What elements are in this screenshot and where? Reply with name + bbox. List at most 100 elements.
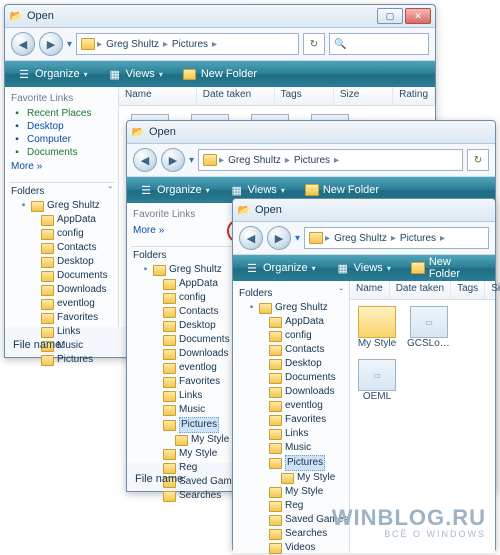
views-menu[interactable]: ▦Views▾ [224,182,291,198]
breadcrumb[interactable]: ▸ Greg Shultz ▸ Pictures ▸ [198,149,463,171]
titlebar[interactable]: 📂 Open [127,121,495,144]
nav-forward-button[interactable]: ▶ [267,226,291,250]
tree-node[interactable]: My Style [151,433,241,447]
tree-node[interactable]: Links [151,389,241,403]
folder-icon [269,443,282,454]
col-tags[interactable]: Tags [275,87,334,105]
folders-pane-header[interactable]: Folders ˇ [131,246,241,263]
breadcrumb[interactable]: ▸ Greg Shultz ▸ Pictures ▸ [304,227,489,249]
refresh-button[interactable]: ↻ [303,33,325,55]
more-link[interactable]: More» [131,223,241,238]
tree-node[interactable]: Downloads [151,347,241,361]
nav-history-drop[interactable]: ▾ [295,233,300,244]
tree-node[interactable]: config [151,291,241,305]
col-date[interactable]: Date taken [197,87,275,105]
views-menu[interactable]: ▦ Views▾ [102,66,169,82]
tree-node[interactable]: Saved Games [257,513,345,527]
help-button[interactable]: ▢ [377,8,403,24]
tree-node[interactable]: Pictures [257,455,345,471]
favorite-link[interactable]: ▪Documents [9,146,114,159]
organize-menu[interactable]: ☰ Organize▾ [11,66,94,82]
tree-node[interactable]: eventlog [29,297,114,311]
folder-icon [163,293,176,304]
breadcrumb[interactable]: ▸ Greg Shultz ▸ Pictures ▸ [76,33,299,55]
tree-node[interactable]: Documents [151,333,241,347]
tree-node[interactable]: Desktop [257,357,345,371]
tree-node[interactable]: Music [151,403,241,417]
col-name[interactable]: Name [119,87,197,105]
tree-node[interactable]: My Style [151,447,241,461]
place-icon: ▪ [11,121,23,132]
views-menu[interactable]: ▦Views▾ [330,260,397,276]
thumb-item[interactable]: ▭GCSLogo.bmp [408,306,450,349]
file-list: Name Date taken Tags Size My Style▭GCSLo… [350,281,495,553]
col-size[interactable]: Size [334,87,393,105]
new-folder-button[interactable]: New Folder [299,182,385,198]
favorite-link[interactable]: ▪Computer [9,133,114,146]
titlebar[interactable]: 📂 Open [233,199,495,222]
tree-node[interactable]: Pictures [151,417,241,433]
nav-forward-button[interactable]: ▶ [161,148,185,172]
tree-node[interactable]: config [29,227,114,241]
tree-node[interactable]: Links [29,325,114,339]
tree-node[interactable]: Favorites [151,375,241,389]
folder-tree[interactable]: ▪Greg Shultz AppDataconfigContactsDeskto… [237,301,345,555]
tree-node[interactable]: AppData [151,277,241,291]
tree-node[interactable]: Searches [151,489,241,503]
new-folder-button[interactable]: New Folder [177,66,263,82]
organize-menu[interactable]: ☰Organize▾ [239,260,322,276]
tree-node[interactable]: Searches [257,527,345,541]
folders-pane-header[interactable]: Folders ˇ [237,285,345,301]
tree-node[interactable]: Downloads [257,385,345,399]
crumb-seg[interactable]: Pictures [170,39,210,50]
column-headers[interactable]: Name Date taken Tags Size Rating [119,87,435,106]
thumb-item[interactable]: ▭OEML [356,359,398,402]
tree-node[interactable]: Contacts [257,343,345,357]
tree-node[interactable]: Links [257,427,345,441]
tree-node[interactable]: My Style [257,485,345,499]
tree-node[interactable]: AppData [29,213,114,227]
tree-node[interactable]: Documents [257,371,345,385]
refresh-button[interactable]: ↻ [467,149,489,171]
folder-icon [41,243,54,254]
nav-forward-button[interactable]: ▶ [39,32,63,56]
tree-node[interactable]: eventlog [151,361,241,375]
tree-node[interactable]: Favorites [29,311,114,325]
tree-node[interactable]: Contacts [29,241,114,255]
folder-icon [269,415,282,426]
favorite-link[interactable]: ▪Recent Places [9,107,114,120]
nav-history-drop[interactable]: ▾ [189,155,194,166]
tree-node[interactable]: Pictures [29,353,114,367]
folders-pane-header[interactable]: Folders ˇ [9,182,114,199]
favorite-link[interactable]: ▪Desktop [9,120,114,133]
tree-node[interactable]: AppData [257,315,345,329]
tree-node[interactable]: Documents [29,269,114,283]
thumb-item[interactable]: My Style [356,306,398,349]
organize-menu[interactable]: ☰Organize▾ [133,182,216,198]
more-link[interactable]: More » [9,159,114,174]
tree-node[interactable]: eventlog [257,399,345,413]
tree-node[interactable]: Favorites [257,413,345,427]
column-headers[interactable]: Name Date taken Tags Size [350,281,495,300]
nav-back-button[interactable]: ◀ [239,226,263,250]
folder-icon [358,306,396,338]
tree-node[interactable]: Reg [257,499,345,513]
nav-back-button[interactable]: ◀ [133,148,157,172]
col-rating[interactable]: Rating [393,87,435,105]
titlebar[interactable]: 📂 Open ▢ ✕ [5,5,435,28]
tree-node[interactable]: Music [257,441,345,455]
tree-node[interactable]: config [257,329,345,343]
search-input[interactable]: 🔍 [329,33,429,55]
folder-tree[interactable]: ▪Greg Shultz AppDataconfigContactsDeskto… [131,263,241,503]
nav-back-button[interactable]: ◀ [11,32,35,56]
crumb-seg[interactable]: Greg Shultz [104,39,161,50]
tree-node[interactable]: Desktop [151,319,241,333]
tree-node[interactable]: Videos [257,541,345,555]
new-folder-button[interactable]: New Folder [405,255,489,281]
tree-node[interactable]: Contacts [151,305,241,319]
tree-node[interactable]: Desktop [29,255,114,269]
tree-node[interactable]: My Style [257,471,345,485]
tree-node[interactable]: Downloads [29,283,114,297]
nav-history-drop[interactable]: ▾ [67,39,72,50]
close-button[interactable]: ✕ [405,8,431,24]
